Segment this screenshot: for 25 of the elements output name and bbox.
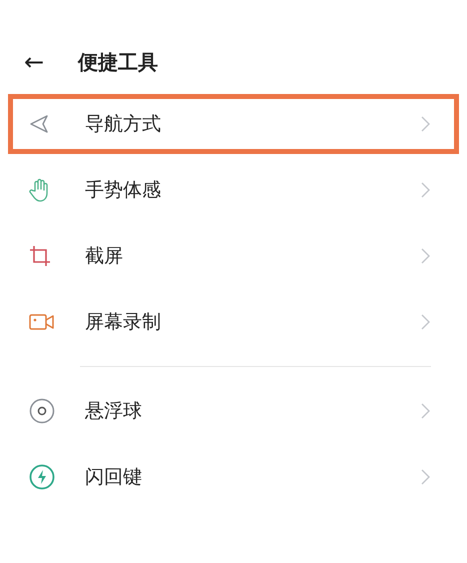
chevron-right-icon xyxy=(421,248,430,264)
navigation-arrow-icon xyxy=(29,114,49,134)
item-label: 悬浮球 xyxy=(85,399,143,424)
video-camera-icon xyxy=(29,313,55,331)
lightning-icon xyxy=(29,464,55,490)
chevron-right-icon xyxy=(421,314,430,330)
settings-item[interactable]: 闪回键 xyxy=(8,447,459,507)
chevron-right-icon xyxy=(421,403,430,419)
settings-item[interactable]: 手势体感 xyxy=(8,160,459,220)
chevron-right-icon xyxy=(421,182,430,198)
circle-dot-icon xyxy=(29,398,55,424)
page-title: 便捷工具 xyxy=(78,48,158,76)
item-label: 闪回键 xyxy=(85,465,143,490)
settings-item[interactable]: 悬浮球 xyxy=(8,381,459,441)
chevron-right-icon xyxy=(421,469,430,485)
item-label: 屏幕录制 xyxy=(85,310,162,335)
item-label: 截屏 xyxy=(85,244,124,269)
item-label: 手势体感 xyxy=(85,178,162,203)
crop-icon xyxy=(29,245,51,267)
settings-item[interactable]: 截屏 xyxy=(8,226,459,286)
settings-item[interactable]: 屏幕录制 xyxy=(8,292,459,352)
back-button[interactable]: ← xyxy=(14,48,54,76)
settings-item[interactable]: 导航方式 xyxy=(8,94,459,154)
chevron-right-icon xyxy=(421,116,430,132)
item-label: 导航方式 xyxy=(85,112,162,137)
